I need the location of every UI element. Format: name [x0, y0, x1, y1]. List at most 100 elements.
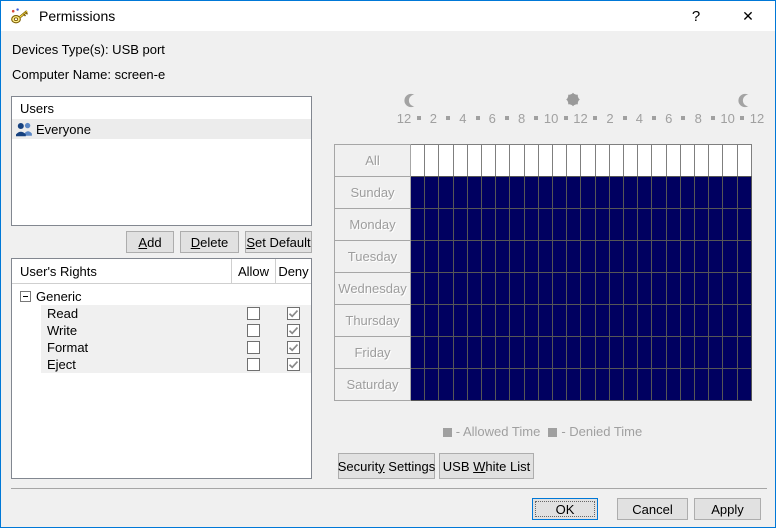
- time-cell[interactable]: [567, 145, 581, 177]
- time-cell[interactable]: [439, 241, 453, 273]
- time-cell[interactable]: [567, 369, 581, 400]
- time-cell[interactable]: [624, 369, 638, 400]
- right-row-write[interactable]: Write: [41, 322, 311, 339]
- deny-checkbox-format[interactable]: [287, 341, 300, 354]
- time-cell[interactable]: [454, 241, 468, 273]
- time-cell[interactable]: [709, 209, 723, 241]
- time-cell[interactable]: [439, 369, 453, 400]
- time-cell[interactable]: [482, 177, 496, 209]
- time-cell[interactable]: [596, 209, 610, 241]
- time-cell[interactable]: [482, 273, 496, 305]
- time-cell[interactable]: [525, 369, 539, 400]
- time-cell[interactable]: [723, 305, 737, 337]
- allow-checkbox-eject[interactable]: [247, 358, 260, 371]
- time-cell[interactable]: [496, 369, 510, 400]
- time-cell[interactable]: [539, 337, 553, 369]
- time-cell[interactable]: [638, 337, 652, 369]
- time-cell[interactable]: [525, 273, 539, 305]
- time-cell[interactable]: [539, 209, 553, 241]
- day-button-sunday[interactable]: Sunday: [334, 176, 411, 209]
- time-cell[interactable]: [510, 177, 524, 209]
- time-cell[interactable]: [468, 369, 482, 400]
- time-cell[interactable]: [553, 337, 567, 369]
- time-cell[interactable]: [496, 145, 510, 177]
- collapse-minus-icon[interactable]: [20, 291, 31, 302]
- time-cell[interactable]: [723, 177, 737, 209]
- time-cell[interactable]: [695, 209, 709, 241]
- time-cell[interactable]: [738, 273, 752, 305]
- time-cell[interactable]: [681, 337, 695, 369]
- time-cell[interactable]: [411, 305, 425, 337]
- time-cell[interactable]: [553, 209, 567, 241]
- time-cell[interactable]: [596, 241, 610, 273]
- time-cell[interactable]: [539, 241, 553, 273]
- delete-button[interactable]: Delete: [180, 231, 239, 253]
- time-cell[interactable]: [695, 273, 709, 305]
- time-cell[interactable]: [567, 177, 581, 209]
- day-button-tuesday[interactable]: Tuesday: [334, 240, 411, 273]
- ok-button[interactable]: OK: [532, 498, 598, 520]
- close-button[interactable]: ✕: [721, 1, 775, 31]
- time-cell[interactable]: [425, 145, 439, 177]
- time-cell[interactable]: [581, 177, 595, 209]
- time-cell[interactable]: [738, 337, 752, 369]
- time-cell[interactable]: [610, 273, 624, 305]
- time-cell[interactable]: [567, 241, 581, 273]
- time-cell[interactable]: [596, 337, 610, 369]
- time-cell[interactable]: [411, 369, 425, 400]
- time-cell[interactable]: [610, 241, 624, 273]
- time-cell[interactable]: [411, 241, 425, 273]
- security-settings-button[interactable]: Security Settings: [338, 453, 435, 479]
- time-cell[interactable]: [667, 369, 681, 400]
- time-cell[interactable]: [624, 209, 638, 241]
- time-cell[interactable]: [652, 369, 666, 400]
- time-cell[interactable]: [425, 241, 439, 273]
- time-cell[interactable]: [738, 241, 752, 273]
- time-cell[interactable]: [496, 273, 510, 305]
- time-cell[interactable]: [510, 337, 524, 369]
- deny-checkbox-read[interactable]: [287, 307, 300, 320]
- time-cell[interactable]: [468, 241, 482, 273]
- deny-checkbox-eject[interactable]: [287, 358, 300, 371]
- time-cell[interactable]: [553, 177, 567, 209]
- time-cell[interactable]: [638, 145, 652, 177]
- time-cell[interactable]: [681, 369, 695, 400]
- time-cell[interactable]: [482, 241, 496, 273]
- time-cell[interactable]: [496, 337, 510, 369]
- time-cell[interactable]: [667, 209, 681, 241]
- time-cell[interactable]: [638, 209, 652, 241]
- time-cell[interactable]: [652, 273, 666, 305]
- time-cell[interactable]: [539, 369, 553, 400]
- time-cell[interactable]: [709, 177, 723, 209]
- time-cell[interactable]: [439, 209, 453, 241]
- right-row-eject[interactable]: Eject: [41, 356, 311, 373]
- time-cell[interactable]: [723, 337, 737, 369]
- time-cell[interactable]: [411, 177, 425, 209]
- day-button-wednesday[interactable]: Wednesday: [334, 272, 411, 305]
- time-cell[interactable]: [638, 273, 652, 305]
- time-cell[interactable]: [468, 273, 482, 305]
- time-cell[interactable]: [596, 369, 610, 400]
- time-cell[interactable]: [454, 145, 468, 177]
- time-cell[interactable]: [667, 305, 681, 337]
- time-cell[interactable]: [581, 369, 595, 400]
- time-cell[interactable]: [596, 145, 610, 177]
- time-cell[interactable]: [709, 273, 723, 305]
- day-button-friday[interactable]: Friday: [334, 336, 411, 369]
- deny-checkbox-write[interactable]: [287, 324, 300, 337]
- time-cell[interactable]: [425, 177, 439, 209]
- time-cell[interactable]: [581, 305, 595, 337]
- time-cell[interactable]: [667, 337, 681, 369]
- time-cell[interactable]: [624, 273, 638, 305]
- time-cell[interactable]: [652, 305, 666, 337]
- time-cell[interactable]: [553, 305, 567, 337]
- time-cell[interactable]: [468, 177, 482, 209]
- time-cell[interactable]: [709, 305, 723, 337]
- time-cell[interactable]: [610, 209, 624, 241]
- time-cell[interactable]: [567, 273, 581, 305]
- day-button-saturday[interactable]: Saturday: [334, 368, 411, 401]
- time-cell[interactable]: [681, 145, 695, 177]
- time-cell[interactable]: [695, 305, 709, 337]
- time-cell[interactable]: [482, 209, 496, 241]
- day-button-monday[interactable]: Monday: [334, 208, 411, 241]
